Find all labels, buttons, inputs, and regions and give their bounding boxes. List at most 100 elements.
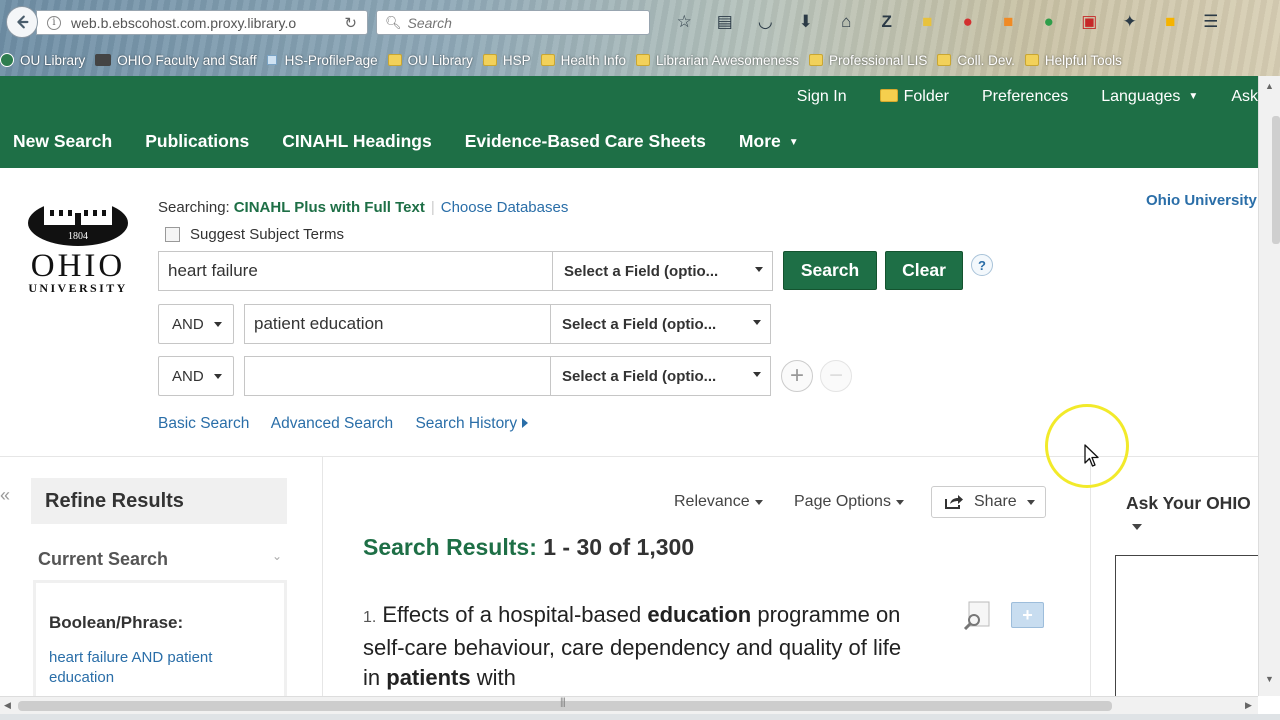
nav-more[interactable]: More ▼ [739,131,799,152]
boolean-select-3-label: AND [172,367,204,385]
window-bottom-edge [0,714,1280,720]
add-row-button[interactable]: + [781,360,813,392]
nav-care-sheets[interactable]: Evidence-Based Care Sheets [465,131,706,152]
extension-icon[interactable]: ■ [1150,8,1191,36]
search-input-1[interactable]: heart failure [158,251,553,291]
ask-link[interactable]: Ask [1231,88,1258,106]
bookmark-item[interactable]: Librarian Awesomeness [635,52,800,68]
chat-icon[interactable]: ● [1029,8,1070,36]
search-button[interactable]: Search [783,251,877,290]
field-select-2[interactable]: Select a Field (optio... [550,304,771,344]
bookmark-label: Health Info [560,52,626,68]
site-info-icon[interactable]: i [47,15,61,30]
bookmark-item[interactable]: OU Library [0,53,85,68]
relevance-label: Relevance [674,493,750,510]
preferences-link[interactable]: Preferences [982,88,1068,106]
nav-cinahl-headings[interactable]: CINAHL Headings [282,131,431,152]
pinterest-icon[interactable]: ● [948,8,989,36]
zotero-icon[interactable]: Z [867,8,908,36]
browser-search-input[interactable] [407,14,638,31]
institution-name: Ohio University [1146,192,1257,209]
scroll-down-icon[interactable]: ▼ [1265,674,1274,684]
bookmark-label: Librarian Awesomeness [655,52,800,68]
remove-row-button[interactable]: − [820,360,852,392]
advanced-search-link[interactable]: Advanced Search [271,415,393,432]
bookmark-item[interactable]: OU Library [387,52,473,68]
boolean-select-2-label: AND [172,315,204,333]
scroll-thumb[interactable] [1272,116,1280,244]
share-label: Share [974,493,1017,510]
ask-widget-frame[interactable] [1115,555,1258,700]
bookmark-item[interactable]: HSP [482,53,531,68]
search-input-3[interactable] [244,356,551,396]
rss-icon[interactable]: ■ [988,8,1029,36]
search-history-link[interactable]: Search History [415,415,529,432]
pdf-icon[interactable]: ▣ [1069,8,1110,36]
bookmark-item[interactable]: Professional LIS [809,53,927,68]
chevron-down-icon[interactable]: ⌄ [272,549,282,563]
scroll-up-icon[interactable]: ▲ [1265,81,1274,91]
home-icon[interactable]: ⌂ [826,8,867,36]
site-header: Sign In Folder Preferences Languages ▼ As… [0,76,1258,168]
clear-button[interactable]: Clear [885,251,963,290]
boolean-select-2[interactable]: AND [158,304,234,344]
bookmark-item[interactable]: HS-ProfilePage [266,53,378,68]
field-select-1[interactable]: Select a Field (optio... [552,251,773,291]
basic-search-link[interactable]: Basic Search [158,415,249,432]
languages-menu[interactable]: Languages ▼ [1101,88,1198,106]
bookmark-item[interactable]: Helpful Tools [1024,53,1122,68]
chevron-down-icon [753,320,761,325]
utility-links: Sign In Folder Preferences Languages ▼ As… [764,86,1258,108]
pocket-icon[interactable]: ◡ [745,8,786,36]
reading-list-icon[interactable]: ▤ [705,8,746,36]
relevance-sort[interactable]: Relevance [674,486,763,518]
share-button[interactable]: Share [931,486,1046,518]
folder-link[interactable]: Folder [879,88,949,106]
result-title-link[interactable]: Effects of a hospital-based education pr… [363,602,901,690]
scroll-left-icon[interactable]: ◀ [4,700,11,711]
menu-icon[interactable]: ☰ [1191,8,1232,36]
bookmark-item[interactable]: Health Info [540,52,626,68]
suggest-subject-terms[interactable]: Suggest Subject Terms [165,226,344,243]
add-to-folder-icon[interactable]: + [1011,602,1044,628]
bookmark-item[interactable]: Coll. Dev. [937,53,1015,68]
suggest-checkbox[interactable] [165,227,180,242]
folder-icon [937,54,952,66]
scroll-right-icon[interactable]: ▶ [1245,700,1252,711]
bookmark-label: OU Library [407,52,473,68]
bookmark-item[interactable]: OHIO Faculty and Staff [95,53,257,68]
searching-label: Searching: [158,199,230,216]
preview-icon[interactable] [963,600,993,631]
chevron-down-icon [753,372,761,377]
scroll-thumb[interactable] [18,701,1112,711]
page-options-menu[interactable]: Page Options [794,486,904,518]
star-icon[interactable]: ☆ [664,8,705,36]
choose-databases-link[interactable]: Choose Databases [441,199,569,216]
folder-icon[interactable]: ■ [907,8,948,36]
chevron-down-icon: ▼ [1188,91,1199,102]
back-button[interactable] [6,6,38,38]
collapse-panel-icon[interactable]: « [0,485,14,519]
folder-icon [879,89,898,102]
sign-in-link[interactable]: Sign In [797,88,847,106]
current-search-heading[interactable]: Current Search [38,549,168,570]
nav-new-search[interactable]: New Search [13,131,112,152]
boolean-select-3[interactable]: AND [158,356,234,396]
search-input-2[interactable]: patient education [244,304,551,344]
reload-icon[interactable]: ↻ [344,14,357,32]
download-icon[interactable]: ⬇ [786,8,827,36]
field-select-3[interactable]: Select a Field (optio... [550,356,771,396]
url-bar[interactable]: i web.b.ebscohost.com.proxy.library.o ↻ [36,10,368,35]
boolean-phrase-value[interactable]: heart failure AND patient education [49,648,249,688]
browser-search-bar[interactable]: 🔍︎ [376,10,650,35]
chevron-down-icon [754,499,763,505]
chevron-down-icon[interactable] [1132,524,1142,530]
horizontal-scrollbar[interactable]: ◀ ||| ▶ [0,696,1258,714]
help-icon[interactable]: ? [971,254,993,276]
vertical-scrollbar[interactable]: ▲ ▼ [1258,76,1280,696]
nav-publications[interactable]: Publications [145,131,249,152]
database-name[interactable]: CINAHL Plus with Full Text [234,199,425,216]
chevron-right-icon [522,418,529,428]
bird-icon[interactable]: ✦ [1110,8,1151,36]
ohio-university-logo[interactable]: 1804 OHIO UNIVERSITY [22,183,134,298]
